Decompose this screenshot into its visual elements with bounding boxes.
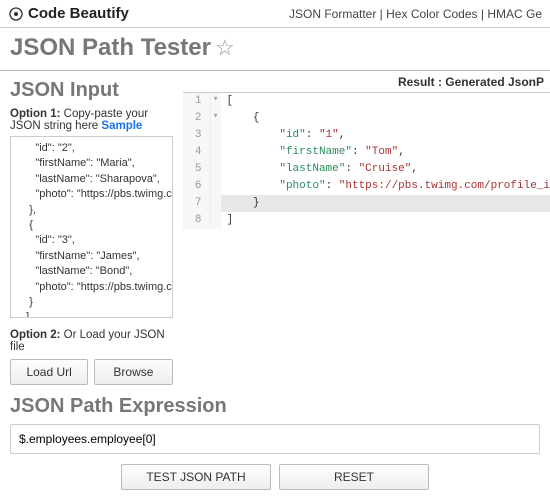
code-line[interactable]: 6 "photo": "https://pbs.twimg.com/profil… [183,178,550,195]
topbar: Code Beautify JSON Formatter | Hex Color… [0,0,550,28]
line-number: 1 [183,93,211,110]
code-line[interactable]: 8] [183,212,550,229]
result-header: Result : Generated JsonP [183,71,550,93]
code-line[interactable]: 7 } [183,195,550,212]
code-line[interactable]: 4 "firstName": "Tom", [183,144,550,161]
json-input-textarea[interactable] [10,136,173,318]
logo-text: Code Beautify [28,5,129,22]
load-buttons-row: Load Url Browse [10,359,173,385]
action-buttons-row: TEST JSON PATH RESET [10,464,540,490]
favorite-star-icon[interactable]: ☆ [215,37,235,59]
fold-toggle-icon[interactable]: ▾ [211,93,221,110]
page-title-row: JSON Path Tester ☆ [0,28,550,71]
fold-toggle-icon [211,212,221,229]
nav-link-json-formatter[interactable]: JSON Formatter [289,7,376,21]
code-content: { [221,110,550,127]
option1-prefix: Option 1: [10,108,60,120]
fold-toggle-icon [211,127,221,144]
fold-toggle-icon[interactable]: ▾ [211,110,221,127]
code-content: } [221,195,550,212]
load-url-button[interactable]: Load Url [10,359,88,385]
code-line[interactable]: 2▾ { [183,110,550,127]
path-expression-input[interactable] [10,424,540,454]
code-line[interactable]: 1▾[ [183,93,550,110]
json-input-title: JSON Input [10,79,173,102]
code-content: [ [221,93,550,110]
option2-line: Option 2: Or Load your JSON file [10,329,173,353]
logo[interactable]: Code Beautify [8,5,129,22]
fold-toggle-icon [211,161,221,178]
code-content: "lastName": "Cruise", [221,161,550,178]
json-input-panel: JSON Input Option 1: Copy-paste your JSO… [0,71,183,385]
option1-line: Option 1: Copy-paste your JSON string he… [10,108,173,132]
line-number: 4 [183,144,211,161]
line-number: 7 [183,195,211,212]
nav-link-hmac[interactable]: HMAC Ge [487,7,542,21]
line-number: 6 [183,178,211,195]
code-content: "id": "1", [221,127,550,144]
fold-toggle-icon [211,195,221,212]
code-content: ] [221,212,550,229]
sample-link[interactable]: Sample [101,120,142,132]
gear-logo-icon [8,6,24,22]
line-number: 8 [183,212,211,229]
main-area: JSON Input Option 1: Copy-paste your JSO… [0,71,550,385]
fold-toggle-icon [211,178,221,195]
nav-link-hex-color[interactable]: Hex Color Codes [386,7,477,21]
test-json-path-button[interactable]: TEST JSON PATH [121,464,271,490]
browse-button[interactable]: Browse [94,359,172,385]
line-number: 3 [183,127,211,144]
result-panel: Result : Generated JsonP 1▾[2▾ {3 "id": … [183,71,550,385]
result-code-pane[interactable]: 1▾[2▾ {3 "id": "1",4 "firstName": "Tom",… [183,93,550,318]
path-expression-title: JSON Path Expression [10,395,540,418]
option2-prefix: Option 2: [10,329,60,341]
fold-toggle-icon [211,144,221,161]
path-expression-section: JSON Path Expression TEST JSON PATH RESE… [0,395,550,490]
code-line[interactable]: 5 "lastName": "Cruise", [183,161,550,178]
code-content: "firstName": "Tom", [221,144,550,161]
top-nav-links: JSON Formatter | Hex Color Codes | HMAC … [289,7,542,21]
code-line[interactable]: 3 "id": "1", [183,127,550,144]
page-title: JSON Path Tester [10,34,211,62]
line-number: 5 [183,161,211,178]
reset-button[interactable]: RESET [279,464,429,490]
code-content: "photo": "https://pbs.twimg.com/profile_… [221,178,550,195]
line-number: 2 [183,110,211,127]
